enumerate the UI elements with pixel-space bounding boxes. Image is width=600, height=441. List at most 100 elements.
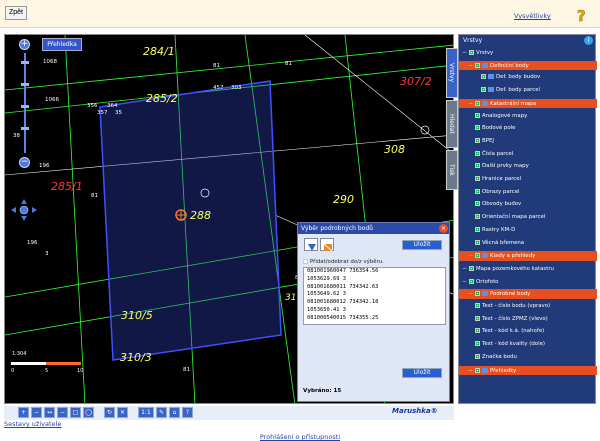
expand-toggle-icon[interactable]: −: [462, 48, 467, 58]
layer-row[interactable]: − Vrstvy: [459, 48, 597, 58]
list-item[interactable]: 081001960047 736354.56: [304, 268, 445, 276]
layer-row[interactable]: − Podrobné body: [459, 289, 597, 299]
layer-row[interactable]: Obvody budov: [459, 200, 597, 210]
layer-checkbox[interactable]: [475, 137, 480, 143]
zoom-in-icon[interactable]: +: [19, 39, 30, 50]
layer-checkbox[interactable]: [475, 226, 480, 232]
toolbar-button-7[interactable]: ✕: [117, 407, 128, 418]
overview-button[interactable]: Přehledka: [42, 38, 82, 51]
layer-checkbox[interactable]: [475, 150, 480, 156]
layer-row[interactable]: − Ortofoto: [459, 277, 597, 287]
toolbar-button-4[interactable]: □: [70, 407, 81, 418]
layer-row[interactable]: Def. body parcel: [459, 86, 597, 96]
layer-checkbox[interactable]: [475, 188, 480, 194]
zoom-out-icon[interactable]: −: [19, 157, 30, 168]
layer-checkbox[interactable]: [475, 163, 480, 169]
tab-layers[interactable]: Vrstvy: [446, 48, 458, 98]
layer-row[interactable]: BPEJ: [459, 137, 597, 147]
toolbar-button-8[interactable]: 1:1: [138, 407, 154, 418]
layer-row[interactable]: Text - kód k.á. (nahoře): [459, 327, 597, 337]
info-icon[interactable]: i: [584, 36, 593, 45]
list-item[interactable]: 081001680011 734342.63: [304, 284, 445, 292]
zoom-slider[interactable]: + −: [19, 39, 31, 179]
save-button[interactable]: Uložit: [402, 240, 442, 250]
layer-row[interactable]: Čísla parcel: [459, 150, 597, 160]
list-item[interactable]: 081001680012 734342.18: [304, 299, 445, 307]
layer-row[interactable]: Bodové pole: [459, 124, 597, 134]
pan-arrows-icon[interactable]: [11, 199, 37, 221]
layer-row[interactable]: − Definiční body: [459, 60, 597, 71]
tab-search[interactable]: Hledat: [446, 100, 458, 148]
toolbar-button-3[interactable]: −: [57, 407, 68, 418]
layer-checkbox[interactable]: [475, 341, 480, 347]
expand-toggle-icon[interactable]: −: [462, 264, 467, 274]
add-remove-checkbox[interactable]: Přidat/odebrat do/z výběru.: [303, 259, 384, 265]
layer-row[interactable]: Obrazy parcel: [459, 188, 597, 198]
layer-checkbox[interactable]: [475, 201, 480, 207]
toolbar-button-6[interactable]: ↻: [104, 407, 115, 418]
layer-row[interactable]: − Klady a přehledy: [459, 251, 597, 261]
select-points-icon[interactable]: [304, 238, 318, 251]
layer-row[interactable]: Text - kód kvality (dole): [459, 340, 597, 350]
layer-checkbox[interactable]: [475, 328, 480, 334]
layer-checkbox[interactable]: [469, 50, 474, 55]
layer-checkbox[interactable]: [475, 112, 480, 118]
expand-toggle-icon[interactable]: −: [468, 61, 473, 71]
back-button[interactable]: Zpět: [5, 6, 28, 20]
layer-row[interactable]: Text - číslo ZPMZ (vlevo): [459, 315, 597, 325]
layer-checkbox[interactable]: [475, 100, 480, 106]
toolbar-button-1[interactable]: −: [31, 407, 42, 418]
layer-checkbox[interactable]: [475, 125, 480, 131]
layer-row[interactable]: Značka bodu: [459, 353, 597, 363]
accessibility-statement-link[interactable]: Prohlášení o přístupnosti: [0, 433, 600, 441]
toolbar-button-9[interactable]: ✎: [156, 407, 167, 418]
expand-toggle-icon[interactable]: −: [462, 277, 467, 287]
layer-row[interactable]: − Přehledky: [459, 365, 597, 376]
layer-row[interactable]: Hranice parcel: [459, 175, 597, 185]
layer-checkbox[interactable]: [475, 214, 480, 220]
layer-checkbox[interactable]: [475, 291, 480, 297]
list-item[interactable]: 1053629.69 3: [304, 276, 445, 284]
store-button[interactable]: Uložit: [402, 368, 442, 378]
layer-checkbox[interactable]: [481, 87, 486, 93]
layer-row[interactable]: Rastry KM-D: [459, 226, 597, 236]
layer-row[interactable]: − Katastrální mapa: [459, 98, 597, 109]
expand-toggle-icon[interactable]: −: [468, 289, 473, 299]
list-item[interactable]: 1053650.41 3: [304, 307, 445, 315]
layer-row[interactable]: Text - číslo bodu (vpravo): [459, 302, 597, 312]
toolbar-button-11[interactable]: ?: [182, 407, 193, 418]
layer-checkbox[interactable]: [481, 74, 486, 80]
list-item[interactable]: 1053649.62 3: [304, 291, 445, 299]
layer-row[interactable]: Orientační mapa parcel: [459, 213, 597, 223]
layer-checkbox[interactable]: [475, 353, 480, 359]
help-question-icon[interactable]: ?: [576, 7, 590, 23]
points-list[interactable]: 081001960047 736354.56 1053629.69 3 0810…: [303, 267, 446, 325]
expand-toggle-icon[interactable]: −: [468, 99, 473, 109]
layer-checkbox[interactable]: [475, 253, 480, 259]
layer-checkbox[interactable]: [475, 303, 480, 308]
help-link[interactable]: Vysvětlivky: [514, 12, 551, 20]
expand-toggle-icon[interactable]: −: [468, 366, 473, 376]
user-reports-link[interactable]: Sestavy uživatele: [4, 420, 61, 428]
layer-checkbox[interactable]: [469, 278, 474, 284]
layer-row[interactable]: Další prvky mapy: [459, 162, 597, 172]
toolbar-button-10[interactable]: ⌂: [169, 407, 180, 418]
layer-row[interactable]: Analogové mapy: [459, 112, 597, 122]
layer-checkbox[interactable]: [475, 367, 480, 373]
clear-selection-icon[interactable]: [320, 238, 334, 252]
list-item[interactable]: 081000540015 734355.25: [304, 315, 445, 323]
layer-checkbox[interactable]: [469, 265, 474, 271]
toolbar-button-5[interactable]: ◯: [83, 407, 94, 418]
close-icon[interactable]: ×: [439, 224, 448, 233]
expand-toggle-icon[interactable]: −: [468, 251, 473, 261]
layer-checkbox[interactable]: [475, 239, 480, 245]
layer-checkbox[interactable]: [475, 315, 480, 321]
layer-checkbox[interactable]: [475, 62, 480, 68]
layer-row[interactable]: Věcná břemena: [459, 239, 597, 249]
layer-checkbox[interactable]: [475, 176, 480, 181]
toolbar-button-0[interactable]: +: [18, 407, 29, 418]
zoom-track[interactable]: [19, 53, 31, 153]
layer-row[interactable]: − Mapa pozemkového katastru: [459, 264, 597, 274]
tab-print[interactable]: Tisk: [446, 150, 458, 190]
toolbar-button-2[interactable]: ↔: [44, 407, 55, 418]
